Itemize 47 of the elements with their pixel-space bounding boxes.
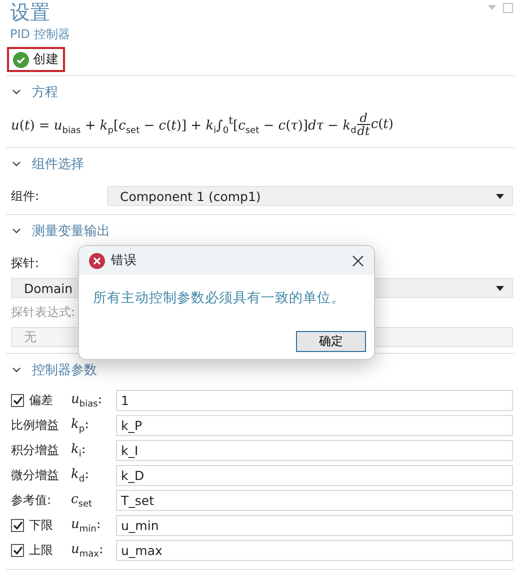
checkbox[interactable] bbox=[11, 544, 24, 557]
panel-subtitle: PID 控制器 bbox=[10, 26, 71, 43]
chevron-icon bbox=[12, 228, 21, 234]
error-icon bbox=[89, 252, 105, 268]
input-field[interactable]: u_max bbox=[116, 540, 513, 561]
parameter-label: 上限 bbox=[29, 542, 53, 559]
ok-button[interactable]: 确定 bbox=[296, 331, 366, 352]
input-field[interactable]: k_I bbox=[116, 440, 513, 461]
component-dropdown[interactable]: Component 1 (comp1) bbox=[107, 186, 513, 206]
parameter-label: 积分增益 bbox=[11, 442, 59, 459]
parameter-symbol: u$_{min}$: bbox=[71, 516, 102, 534]
check-circle-icon bbox=[13, 52, 29, 68]
input-field[interactable]: k_D bbox=[116, 465, 513, 486]
field-label: 探针: bbox=[11, 255, 40, 272]
input-field[interactable]: T_set bbox=[116, 490, 513, 511]
create-button[interactable]: 创建 bbox=[7, 47, 65, 72]
parameter-symbol: k$_{p}$: bbox=[71, 416, 90, 434]
checkbox[interactable] bbox=[11, 394, 24, 407]
input-field[interactable]: u_min bbox=[116, 515, 513, 536]
parameter-label: 偏差 bbox=[29, 392, 53, 409]
input-field[interactable]: 1 bbox=[116, 390, 513, 411]
dropdown-arrow-icon bbox=[496, 194, 504, 198]
field-label: 组件: bbox=[11, 188, 40, 204]
parameter-symbol: c$_{set}$ bbox=[71, 492, 94, 510]
section-header[interactable]: 组件选择 bbox=[6, 148, 515, 178]
parameter-symbol: k$_{d}$: bbox=[71, 466, 90, 484]
section-header[interactable]: 方程 bbox=[6, 76, 515, 106]
parameter-label: 比例增益 bbox=[11, 417, 59, 434]
dialog-title: 错误 bbox=[111, 252, 138, 269]
parameter-symbol: u$_{max}$: bbox=[71, 542, 104, 560]
dropdown-arrow-icon bbox=[496, 286, 504, 290]
chevron-icon bbox=[12, 367, 21, 373]
parameter-symbol: k$_{i}$: bbox=[71, 442, 87, 460]
chevron-icon bbox=[12, 161, 21, 167]
close-icon[interactable] bbox=[352, 254, 364, 266]
error-message: 所有主动控制参数必须具有一致的单位。 bbox=[92, 289, 346, 308]
parameter-symbol: u$_{bias}$: bbox=[71, 392, 104, 410]
section-header[interactable]: 测量变量输出 bbox=[6, 215, 515, 245]
input-field[interactable]: k_P bbox=[116, 415, 513, 436]
chevron-icon bbox=[12, 89, 21, 95]
field-label: 探针表达式: bbox=[11, 304, 76, 321]
parameter-label: 参考值: bbox=[11, 492, 52, 509]
section-header[interactable]: 控制器参数 bbox=[6, 354, 515, 384]
parameter-label: 微分增益 bbox=[11, 467, 59, 484]
checkbox[interactable] bbox=[11, 519, 24, 532]
panel-title: 设置 bbox=[10, 0, 50, 24]
parameter-label: 下限 bbox=[29, 517, 53, 534]
